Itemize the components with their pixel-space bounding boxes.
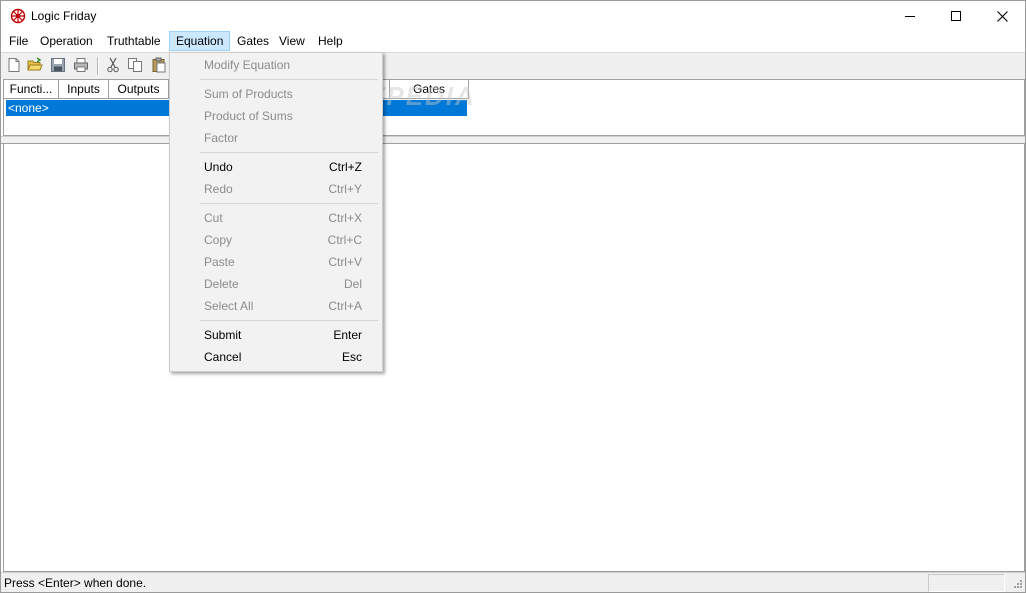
menu-separator [200, 203, 378, 204]
menu-item-sum-of-products[interactable]: Sum of Products [170, 83, 382, 105]
maximize-icon [951, 11, 961, 21]
menu-item-shortcut: Ctrl+Z [329, 160, 362, 174]
status-text: Press <Enter> when done. [4, 576, 147, 590]
menu-item-label: Undo [204, 160, 233, 174]
maximize-button[interactable] [933, 1, 979, 31]
menu-equation[interactable]: Equation [169, 31, 231, 51]
menu-item-label: Copy [204, 233, 233, 247]
column-header-inputs[interactable]: Inputs [59, 80, 109, 99]
copy-icon[interactable] [127, 57, 143, 73]
menu-gates[interactable]: Gates [231, 32, 275, 50]
menu-item-shortcut: Del [343, 277, 362, 291]
menu-item-label: Cut [204, 211, 223, 225]
menu-item-delete[interactable]: Delete Del [170, 273, 382, 295]
menu-item-label: Factor [204, 131, 239, 145]
menu-view[interactable]: View [273, 32, 311, 50]
menu-item-label: Select All [204, 299, 254, 313]
menu-item-label: Redo [204, 182, 233, 196]
menu-item-copy[interactable]: Copy Ctrl+C [170, 229, 382, 251]
menu-item-paste[interactable]: Paste Ctrl+V [170, 251, 382, 273]
app-logo-icon [10, 8, 26, 24]
minimize-icon [905, 16, 915, 17]
menu-item-label: Cancel [204, 350, 242, 364]
menu-help[interactable]: Help [312, 32, 349, 50]
menu-item-label: Product of Sums [204, 109, 293, 123]
menu-item-shortcut: Ctrl+Y [328, 182, 362, 196]
menu-item-label: Submit [204, 328, 242, 342]
title-bar: Logic Friday [1, 1, 1025, 31]
menu-item-shortcut: Ctrl+X [328, 211, 362, 225]
menu-item-redo[interactable]: Redo Ctrl+Y [170, 178, 382, 200]
menu-item-select-all[interactable]: Select All Ctrl+A [170, 295, 382, 317]
cut-icon[interactable] [105, 57, 121, 73]
menu-item-label: Sum of Products [204, 87, 293, 101]
equation-dropdown-menu: Modify Equation Sum of Products Product … [169, 52, 383, 372]
menu-item-factor[interactable]: Factor [170, 127, 382, 149]
resize-grip-icon[interactable] [1011, 579, 1023, 591]
app-window: Logic Friday File Operation Truthtable E… [0, 0, 1026, 593]
workspace-panel [3, 143, 1025, 572]
menu-item-product-of-sums[interactable]: Product of Sums [170, 105, 382, 127]
menu-item-cancel[interactable]: Cancel Esc [170, 346, 382, 368]
menu-operation[interactable]: Operation [34, 32, 99, 50]
open-folder-icon[interactable] [27, 57, 43, 73]
menu-separator [200, 79, 378, 80]
minimize-button[interactable] [887, 1, 933, 31]
menu-item-submit[interactable]: Submit Enter [170, 324, 382, 346]
toolbar [1, 52, 1025, 79]
menu-item-modify-equation[interactable]: Modify Equation [170, 54, 382, 76]
menu-item-shortcut: Ctrl+A [328, 299, 362, 313]
menu-truthtable[interactable]: Truthtable [101, 32, 167, 50]
print-icon[interactable] [73, 57, 89, 73]
menu-file[interactable]: File [3, 32, 34, 50]
menu-item-label: Modify Equation [204, 58, 291, 72]
menu-item-shortcut: Esc [341, 350, 362, 364]
column-header-outputs[interactable]: Outputs [109, 80, 169, 99]
menu-item-shortcut: Enter [333, 328, 362, 342]
status-bar: Press <Enter> when done. [1, 572, 1025, 592]
new-file-icon[interactable] [6, 57, 22, 73]
menu-item-shortcut: Ctrl+C [327, 233, 362, 247]
column-header-function[interactable]: Functi... [4, 80, 59, 99]
close-icon [996, 10, 1008, 22]
window-title: Logic Friday [31, 9, 97, 23]
menu-separator [200, 320, 378, 321]
close-button[interactable] [979, 1, 1025, 31]
menu-item-undo[interactable]: Undo Ctrl+Z [170, 156, 382, 178]
toolbar-separator [97, 57, 99, 75]
paste-icon[interactable] [151, 57, 167, 73]
status-pane [928, 574, 1005, 592]
save-icon[interactable] [50, 57, 66, 73]
menu-item-label: Paste [204, 255, 235, 269]
menu-item-shortcut: Ctrl+V [328, 255, 362, 269]
menu-item-cut[interactable]: Cut Ctrl+X [170, 207, 382, 229]
menu-item-label: Delete [204, 277, 239, 291]
functions-table: Functi... Inputs Outputs Gates <none> [3, 79, 1025, 136]
menu-bar: File Operation Truthtable Equation Gates… [1, 31, 1025, 51]
menu-separator [200, 152, 378, 153]
